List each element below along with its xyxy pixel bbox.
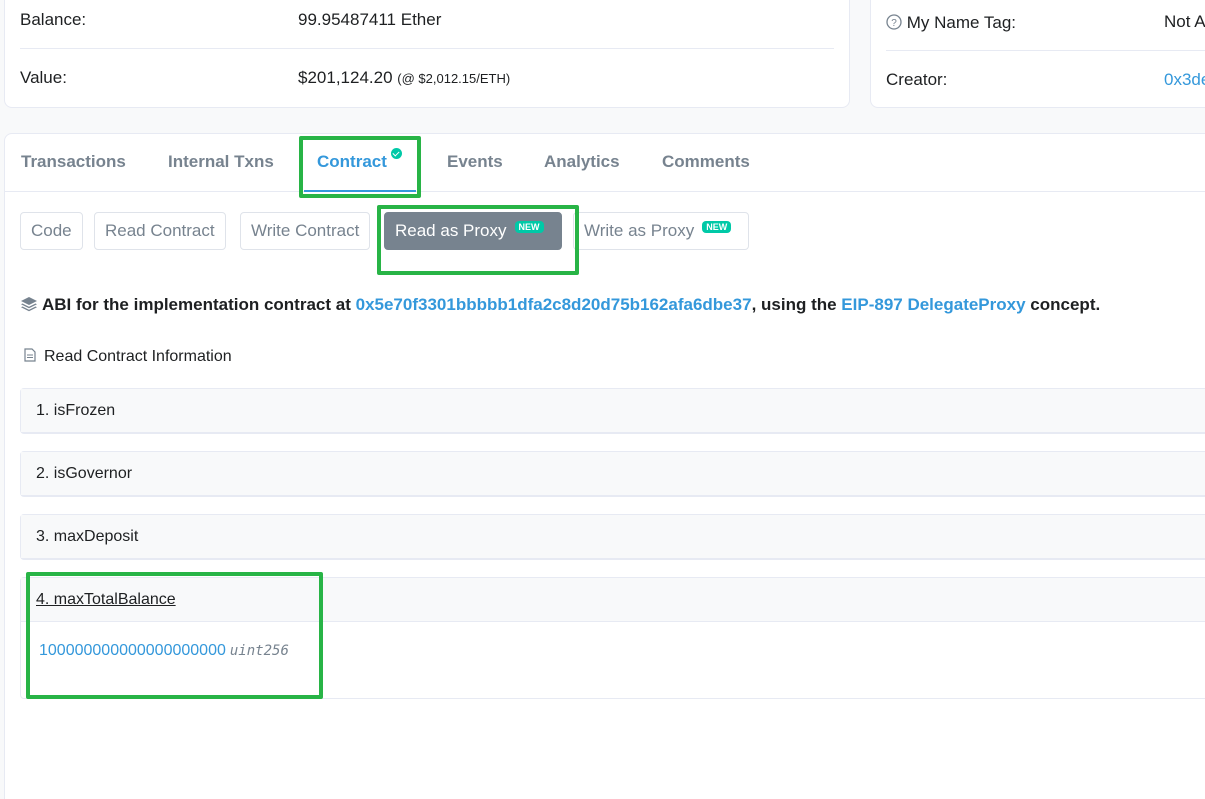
function-header-maxdeposit[interactable]: 3. maxDeposit: [21, 515, 1205, 559]
function-header-isgovernor[interactable]: 2. isGovernor: [21, 452, 1205, 496]
function-item: 2. isGovernor: [20, 451, 1205, 497]
creator-label: Creator:: [886, 70, 948, 89]
new-badge: NEW: [702, 221, 732, 233]
contract-card: Transactions Internal Txns Contract Even…: [4, 133, 1205, 799]
more-info-divider: [886, 50, 1205, 51]
more-info-card: ? My Name Tag: Not A Creator: 0x3de: [870, 0, 1205, 108]
tab-transactions[interactable]: Transactions: [21, 152, 126, 172]
active-tab-indicator: [304, 190, 416, 192]
write-contract-button[interactable]: Write Contract: [240, 212, 371, 250]
balance-label: Balance:: [20, 10, 87, 29]
read-as-proxy-label: Read as Proxy: [395, 221, 507, 240]
result-type: uint256: [229, 643, 289, 659]
svg-text:?: ?: [891, 18, 897, 29]
name-tag-value: Not A: [1164, 12, 1205, 31]
tab-analytics[interactable]: Analytics: [544, 152, 620, 172]
creator-address-link[interactable]: 0x3de: [1164, 70, 1205, 90]
name-tag-label: My Name Tag:: [906, 13, 1017, 32]
abi-suffix: concept.: [1030, 295, 1101, 314]
read-contract-information-label: Read Contract Information: [44, 348, 232, 365]
function-header-maxtotalbalance[interactable]: 4. maxTotalBalance: [21, 578, 1205, 622]
tab-contract[interactable]: Contract: [317, 148, 402, 172]
result-value-link[interactable]: 100000000000000000000: [39, 642, 226, 659]
read-contract-button[interactable]: Read Contract: [94, 212, 226, 250]
value-label: Value:: [20, 68, 67, 87]
question-circle-icon: ?: [886, 14, 902, 30]
tab-bar: Transactions Internal Txns Contract Even…: [5, 134, 1205, 192]
overview-card: Balance: 99.95487411 Ether Value: $201,1…: [4, 0, 850, 108]
function-item-expanded: 4. maxTotalBalance 100000000000000000000…: [20, 577, 1205, 699]
write-as-proxy-label: Write as Proxy: [584, 221, 695, 240]
new-badge: NEW: [514, 221, 544, 233]
implementation-address-link[interactable]: 0x5e70f3301bbbbb1dfa2c8d20d75b162afa6dbe…: [356, 295, 752, 314]
tab-events[interactable]: Events: [447, 152, 503, 172]
function-item: 1. isFrozen: [20, 388, 1205, 434]
overview-divider: [20, 48, 834, 49]
code-button[interactable]: Code: [20, 212, 83, 250]
function-item: 3. maxDeposit: [20, 514, 1205, 560]
value-rate: (@ $2,012.15/ETH): [397, 71, 511, 86]
function-result: 100000000000000000000 uint256: [21, 622, 1205, 680]
eip-897-link[interactable]: EIP-897 DelegateProxy: [841, 295, 1025, 314]
document-icon: [24, 348, 36, 362]
abi-middle: , using the: [751, 295, 837, 314]
value-amount: $201,124.20: [298, 68, 393, 87]
function-header-isfrozen[interactable]: 1. isFrozen: [21, 389, 1205, 433]
read-as-proxy-button[interactable]: Read as Proxy NEW: [384, 212, 562, 250]
write-as-proxy-button[interactable]: Write as Proxy NEW: [573, 212, 749, 250]
tab-contract-label: Contract: [317, 152, 387, 171]
read-contract-information: Read Contract Information: [24, 347, 232, 366]
tab-internal-txns[interactable]: Internal Txns: [168, 152, 274, 172]
verified-check-icon: [390, 148, 402, 159]
balance-value: 99.95487411 Ether: [298, 10, 442, 29]
tab-comments[interactable]: Comments: [662, 152, 750, 172]
abi-description: ABI for the implementation contract at 0…: [20, 294, 1100, 315]
abi-prefix: ABI for the implementation contract at: [42, 295, 351, 314]
layers-icon: [21, 297, 37, 312]
